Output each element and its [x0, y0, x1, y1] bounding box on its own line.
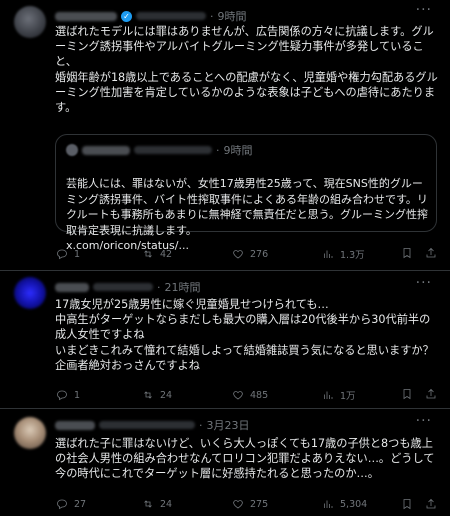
reply-icon: [57, 390, 67, 401]
post-end-actions: [401, 388, 437, 400]
post-header: ✓ · 9時間: [55, 8, 247, 24]
repost-button[interactable]: 24: [142, 389, 232, 401]
author-handle[interactable]: [99, 421, 195, 429]
share-icon[interactable]: [425, 498, 437, 510]
author-name[interactable]: [55, 420, 95, 430]
post-text: 選ばれた子に罪はないけど、いくら大人っぽくても17歳の子供と8つも歳上の社会人男…: [55, 437, 435, 481]
author-handle[interactable]: [136, 12, 206, 20]
reply-button[interactable]: 1: [56, 248, 142, 260]
repost-button[interactable]: 42: [142, 248, 232, 260]
post-time[interactable]: 21時間: [165, 279, 201, 295]
quote-header: · 9時間: [66, 142, 253, 158]
bookmark-icon[interactable]: [401, 498, 413, 510]
post-end-actions: [401, 247, 437, 259]
reply-button[interactable]: 1: [56, 389, 142, 401]
author-name[interactable]: [55, 11, 117, 21]
like-button[interactable]: 275: [232, 498, 322, 510]
like-button[interactable]: 276: [232, 248, 322, 260]
repost-icon: [144, 500, 152, 508]
post-header: · 3月23日: [55, 417, 250, 433]
quote-author-name: [82, 145, 130, 155]
more-icon[interactable]: ···: [416, 2, 432, 18]
verified-icon: ✓: [121, 10, 132, 22]
bookmark-icon[interactable]: [401, 388, 413, 400]
post-header: · 21時間: [55, 279, 201, 295]
views-button[interactable]: 1.3万: [322, 247, 402, 261]
quote-time: 9時間: [223, 144, 253, 157]
like-button[interactable]: 485: [232, 389, 322, 401]
quote-author-handle: [134, 146, 212, 154]
share-icon[interactable]: [425, 247, 437, 259]
views-icon: [324, 250, 333, 258]
avatar[interactable]: [14, 417, 46, 449]
reply-icon: [57, 249, 67, 260]
repost-button[interactable]: 24: [142, 498, 232, 510]
post-3[interactable]: · 3月23日 ··· 選ばれた子に罪はないけど、いくら大人っぽくても17歳の子…: [0, 409, 450, 516]
repost-icon: [144, 391, 152, 399]
post-actions: 1 24 485 1万: [56, 388, 402, 402]
post-actions: 27 24 275 5,304: [56, 498, 402, 510]
avatar[interactable]: [14, 277, 46, 309]
more-icon[interactable]: ···: [416, 275, 432, 291]
repost-icon: [144, 250, 152, 258]
author-name[interactable]: [55, 282, 89, 292]
post-2[interactable]: · 21時間 ··· 17歳女児が25歳男性に嫁ぐ児童婚見せつけられても… 中高…: [0, 271, 450, 408]
views-icon: [324, 500, 333, 508]
reply-icon: [57, 499, 67, 510]
like-icon: [233, 250, 243, 259]
post-time[interactable]: 3月23日: [207, 417, 250, 433]
reply-button[interactable]: 27: [56, 498, 142, 510]
avatar[interactable]: [14, 6, 46, 38]
views-button[interactable]: 1万: [322, 388, 402, 402]
views-button[interactable]: 5,304: [322, 498, 402, 510]
quoted-post[interactable]: · 9時間 芸能人には、罪はないが、女性17歳男性25歳って、現在SNS性的グル…: [55, 134, 437, 252]
views-icon: [324, 391, 333, 399]
like-icon: [233, 391, 243, 400]
author-handle[interactable]: [93, 283, 153, 291]
share-icon[interactable]: [425, 388, 437, 400]
more-icon[interactable]: ···: [416, 413, 432, 429]
post-text: 選ばれたモデルには罪はありませんが、広告関係の方々に抗議します。グルーミング誘拐…: [55, 25, 438, 115]
quote-text: 芸能人には、罪はないが、女性17歳男性25歳って、現在SNS性的グルーミング誘拐…: [66, 177, 429, 253]
quote-avatar: [66, 144, 78, 156]
post-1[interactable]: ✓ · 9時間 ··· 選ばれたモデルには罪はありませんが、広告関係の方々に抗議…: [0, 0, 450, 267]
like-icon: [233, 500, 243, 509]
bookmark-icon[interactable]: [401, 247, 413, 259]
post-end-actions: [401, 498, 437, 510]
post-actions: 1 42 276 1.3万: [56, 247, 402, 261]
post-text: 17歳女児が25歳男性に嫁ぐ児童婚見せつけられても… 中高生がターゲットならまだ…: [55, 298, 434, 372]
post-time[interactable]: 9時間: [218, 8, 247, 24]
